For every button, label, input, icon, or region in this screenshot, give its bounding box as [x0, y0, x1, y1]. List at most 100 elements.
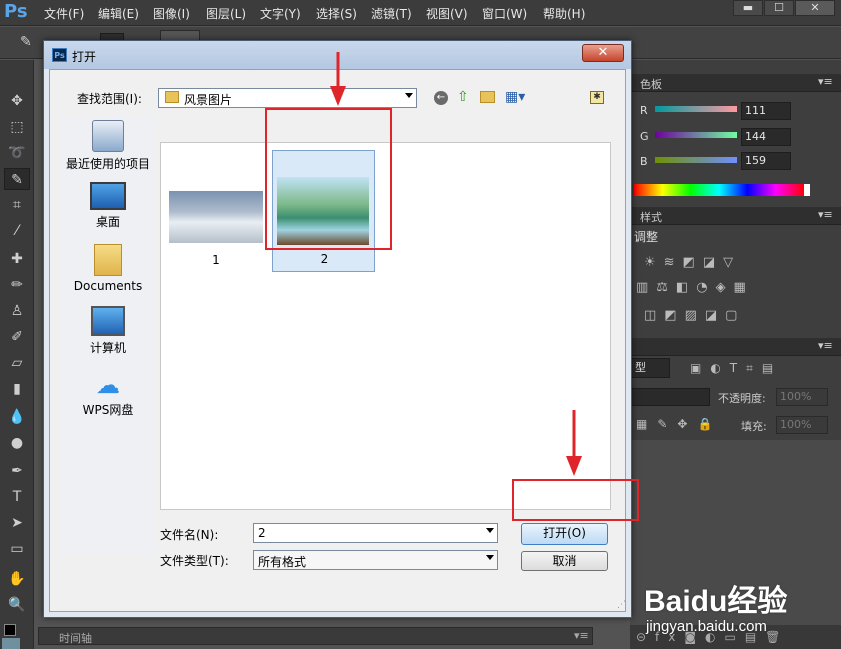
place-recent[interactable]: 最近使用的项目 [60, 120, 156, 172]
lasso-tool-icon[interactable]: ➰ [4, 142, 30, 164]
clone-stamp-tool-icon[interactable]: ♙ [4, 300, 30, 322]
file-item[interactable]: 1 [169, 191, 263, 267]
menu-window[interactable]: 窗口(W) [482, 5, 527, 22]
dialog-close-button[interactable]: ✕ [582, 44, 624, 62]
opacity-field[interactable]: 100% [776, 388, 828, 406]
open-button[interactable]: 打开(O) [521, 523, 608, 545]
menu-edit[interactable]: 编辑(E) [98, 5, 139, 22]
menu-help[interactable]: 帮助(H) [543, 5, 585, 22]
gradient-tool-icon[interactable]: ▮ [4, 378, 30, 400]
r-slider[interactable] [655, 106, 737, 112]
fill-field[interactable]: 100% [776, 416, 828, 434]
filename-label: 文件名(N): [160, 528, 219, 542]
styles-tab[interactable]: 样式 [640, 209, 662, 225]
dodge-tool-icon[interactable]: ● [4, 432, 30, 454]
panel-menu-icon[interactable]: ▾≡ [574, 629, 589, 642]
lookin-dropdown[interactable]: 风景图片 [158, 88, 417, 108]
adjustment-icons-row-1[interactable]: ☀≋◩◪▽ [644, 255, 741, 270]
panel-menu-icon[interactable]: ▾≡ [818, 75, 833, 88]
layer-filter-icons[interactable]: ▣◐T⌗▤ [690, 361, 782, 376]
panel-menu-icon[interactable]: ▾≡ [818, 208, 833, 221]
place-documents[interactable]: Documents [60, 244, 156, 293]
pen-tool-icon[interactable]: ✒ [4, 460, 30, 482]
r-value-field[interactable]: 111 [741, 102, 791, 120]
filetype-dropdown[interactable]: 所有格式 [253, 550, 498, 570]
layer-kind-label: 型 [635, 361, 646, 374]
marquee-tool-icon[interactable]: ⬚ [4, 116, 30, 138]
place-recent-label: 最近使用的项目 [65, 157, 150, 171]
quick-select-tool-icon[interactable]: ✎ [4, 168, 30, 190]
place-desktop[interactable]: 桌面 [60, 182, 156, 230]
move-tool-icon[interactable]: ✥ [4, 90, 30, 112]
chevron-down-icon [486, 555, 494, 560]
maximize-button[interactable]: ☐ [764, 0, 794, 16]
filetype-value: 所有格式 [258, 555, 307, 569]
recent-icon [92, 120, 124, 152]
up-folder-icon[interactable]: ⇧ [457, 89, 469, 105]
place-documents-label: Documents [73, 279, 143, 293]
place-desktop-label: 桌面 [95, 215, 120, 229]
color-tab[interactable]: 色板 [640, 76, 662, 92]
history-brush-tool-icon[interactable]: ✐ [4, 326, 30, 348]
eraser-tool-icon[interactable]: ▱ [4, 352, 30, 374]
eyedropper-tool-icon[interactable]: ⁄ [4, 220, 30, 242]
brush-tool-icon[interactable]: ✏ [4, 274, 30, 296]
panel-menu-icon[interactable]: ▾≡ [818, 339, 833, 352]
view-menu-icon[interactable]: ▦▾ [505, 89, 525, 105]
place-wps-cloud[interactable]: ☁ WPS网盘 [60, 370, 156, 418]
blend-mode-dropdown[interactable] [630, 388, 710, 406]
adjustment-icons-row-3[interactable]: ◫◩▨◪▢ [644, 308, 745, 323]
highlight-box-open-button [512, 479, 639, 521]
blur-tool-icon[interactable]: 💧 [4, 406, 30, 428]
back-icon[interactable]: ← [434, 91, 448, 105]
hand-tool-icon[interactable]: ✋ [4, 568, 30, 590]
filename-input[interactable]: 2 [253, 523, 498, 543]
computer-icon [91, 306, 125, 336]
opacity-label: 不透明度: [718, 392, 766, 405]
r-label: R [640, 104, 648, 117]
path-select-tool-icon[interactable]: ➤ [4, 512, 30, 534]
menu-layer[interactable]: 图层(L) [206, 5, 246, 22]
adjustments-title: 调整 [634, 230, 659, 244]
menu-view[interactable]: 视图(V) [426, 5, 468, 22]
styles-panel-header: 样式 ▾≡ [630, 207, 841, 225]
b-value-field[interactable]: 159 [741, 152, 791, 170]
g-slider[interactable] [655, 132, 737, 138]
layer-kind-filter[interactable]: 型 [630, 358, 670, 378]
menu-filter[interactable]: 滤镜(T) [371, 5, 412, 22]
healing-brush-tool-icon[interactable]: ✚ [4, 248, 30, 270]
menu-file[interactable]: 文件(F) [44, 5, 84, 22]
zoom-tool-icon[interactable]: 🔍 [4, 594, 30, 616]
lock-icons[interactable]: ▦✎✥🔒 [636, 417, 722, 431]
lookin-label: 查找范围(I): [77, 92, 142, 106]
background-color-swatch[interactable] [2, 638, 20, 649]
close-app-button[interactable]: ✕ [795, 0, 835, 16]
places-bar: 最近使用的项目 桌面 Documents 计算机 ☁ WPS网盘 [60, 116, 156, 556]
g-value-field[interactable]: 144 [741, 128, 791, 146]
file-name: 1 [212, 253, 220, 267]
minimize-button[interactable]: ▬ [733, 0, 763, 16]
color-spectrum-bar[interactable] [634, 184, 804, 196]
preview-toggle-icon[interactable]: ✱ [590, 91, 604, 104]
new-folder-icon[interactable] [480, 91, 495, 103]
menu-type[interactable]: 文字(Y) [260, 5, 301, 22]
file-name: 2 [320, 252, 329, 266]
place-computer[interactable]: 计算机 [60, 306, 156, 356]
menu-image[interactable]: 图像(I) [153, 5, 190, 22]
cancel-button[interactable]: 取消 [521, 551, 608, 571]
g-label: G [640, 130, 649, 143]
foreground-color-swatch[interactable] [4, 624, 16, 636]
watermark-url: jingyan.baidu.com [646, 618, 767, 635]
timeline-panel[interactable]: 时间轴 ▾≡ [38, 627, 593, 645]
white-swatch[interactable] [804, 184, 810, 196]
resize-grip-icon[interactable]: ⋰ [617, 600, 626, 610]
adjustment-icons-row-2[interactable]: ▥⚖◧◔◈▦ [636, 280, 754, 295]
b-slider[interactable] [655, 157, 737, 163]
place-wps-label: WPS网盘 [82, 403, 134, 417]
shape-tool-icon[interactable]: ▭ [4, 538, 30, 560]
menu-select[interactable]: 选择(S) [316, 5, 357, 22]
crop-tool-icon[interactable]: ⌗ [4, 194, 30, 216]
desktop-icon [90, 182, 126, 210]
type-tool-icon[interactable]: T [4, 486, 30, 508]
snow-mountain-thumbnail [169, 191, 263, 243]
